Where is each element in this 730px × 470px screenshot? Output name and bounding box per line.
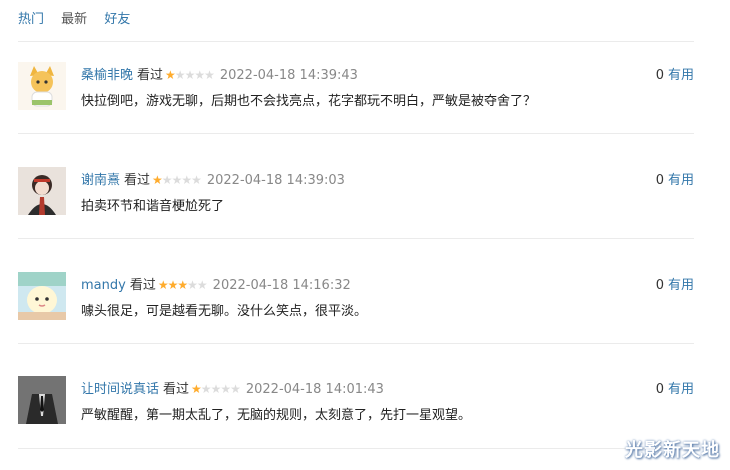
avatar[interactable] (18, 167, 66, 215)
vote-area: 0 有用 (656, 169, 694, 188)
vote-count: 0 (655, 173, 664, 188)
star-icon: ★ (191, 173, 202, 187)
comment-filter-tabs: 热门 最新 好友 (18, 8, 143, 27)
comment-item: mandy 看过 ★★★★★ 2022-04-18 14:16:32 0 有用 噱头很足… (18, 252, 694, 356)
star-icon: ★ (171, 173, 183, 187)
divider (18, 343, 694, 344)
rating-stars: ★★★★★ (165, 68, 215, 82)
useful-button[interactable]: 有用 (668, 278, 694, 293)
vote-area: 0 有用 (656, 274, 694, 293)
username-link[interactable]: 让时间说真话 (81, 382, 159, 397)
tab-friends[interactable]: 好友 (104, 8, 130, 27)
watch-status: 看过 (163, 382, 190, 397)
comment-meta: 让时间说真话 看过 ★★★★★ 2022-04-18 14:01:43 (81, 378, 384, 397)
star-icon: ★ (194, 68, 205, 82)
star-icon: ★ (152, 173, 163, 187)
avatar-image (18, 376, 66, 424)
star-icon: ★ (230, 382, 241, 396)
divider (18, 448, 694, 449)
comment-text: 严敏醒醒，第一期太乱了，无脑的规则，太刻意了，先打一星观望。 (81, 408, 472, 423)
comment-item: 让时间说真话 看过 ★★★★★ 2022-04-18 14:01:43 0 有用 严敏醒… (18, 356, 694, 460)
vote-count: 0 (655, 68, 664, 83)
comment-text: 噱头很足，可是越看无聊。没什么笑点，很平淡。 (81, 304, 368, 319)
divider (18, 238, 694, 239)
useful-button[interactable]: 有用 (668, 68, 694, 83)
vote-area: 0 有用 (656, 378, 694, 397)
vote-count: 0 (655, 382, 664, 397)
comment-item: 谢南熹 看过 ★★★★★ 2022-04-18 14:39:03 0 有用 拍卖环节和谐… (18, 147, 694, 251)
tab-latest[interactable]: 最新 (61, 8, 87, 27)
comment-meta: 谢南熹 看过 ★★★★★ 2022-04-18 14:39:03 (81, 169, 345, 188)
watermark: 光影新天地 (625, 440, 720, 461)
rating-stars: ★★★★★ (191, 382, 241, 396)
rating-stars: ★★★★★ (152, 173, 202, 187)
comment-time: 2022-04-18 14:39:43 (219, 68, 358, 83)
star-icon: ★ (196, 278, 208, 292)
watch-status: 看过 (137, 68, 164, 83)
star-icon: ★ (187, 278, 198, 292)
vote-area: 0 有用 (656, 64, 694, 83)
avatar[interactable] (18, 376, 66, 424)
watch-status: 看过 (124, 173, 151, 188)
username-link[interactable]: 谢南熹 (81, 173, 120, 188)
avatar-image (18, 62, 66, 110)
comment-meta: mandy 看过 ★★★★★ 2022-04-18 14:16:32 (81, 274, 351, 293)
username-link[interactable]: 桑榆非晚 (81, 68, 133, 83)
star-icon: ★ (161, 173, 173, 187)
star-icon: ★ (165, 68, 176, 82)
star-icon: ★ (174, 68, 186, 82)
comment-text: 快拉倒吧，游戏无聊，后期也不会找亮点，花字都玩不明白，严敏是被夺舍了？ (81, 94, 537, 109)
star-icon: ★ (220, 382, 231, 396)
username-link[interactable]: mandy (81, 278, 126, 293)
comment-time: 2022-04-18 14:16:32 (212, 278, 351, 293)
star-icon: ★ (157, 278, 169, 292)
useful-button[interactable]: 有用 (668, 173, 694, 188)
watch-status: 看过 (129, 278, 156, 293)
comment-meta: 桑榆非晚 看过 ★★★★★ 2022-04-18 14:39:43 (81, 64, 358, 83)
star-icon: ★ (210, 382, 222, 396)
avatar-image (18, 167, 66, 215)
star-icon: ★ (181, 173, 192, 187)
star-icon: ★ (204, 68, 215, 82)
useful-button[interactable]: 有用 (668, 382, 694, 397)
comment-time: 2022-04-18 14:01:43 (245, 382, 384, 397)
divider (18, 133, 694, 134)
comment-text: 拍卖环节和谐音梗尬死了 (81, 199, 225, 214)
avatar[interactable] (18, 62, 66, 110)
star-icon: ★ (167, 278, 179, 292)
vote-count: 0 (655, 278, 664, 293)
avatar[interactable] (18, 272, 66, 320)
tab-hot[interactable]: 热门 (18, 8, 44, 27)
star-icon: ★ (177, 278, 188, 292)
comment-item: 桑榆非晚 看过 ★★★★★ 2022-04-18 14:39:43 0 有用 快拉倒吧，… (18, 42, 694, 146)
comment-time: 2022-04-18 14:39:03 (206, 173, 345, 188)
star-icon: ★ (184, 68, 196, 82)
rating-stars: ★★★★★ (157, 278, 208, 292)
star-icon: ★ (200, 382, 212, 396)
star-icon: ★ (191, 382, 202, 396)
avatar-image (18, 272, 66, 320)
